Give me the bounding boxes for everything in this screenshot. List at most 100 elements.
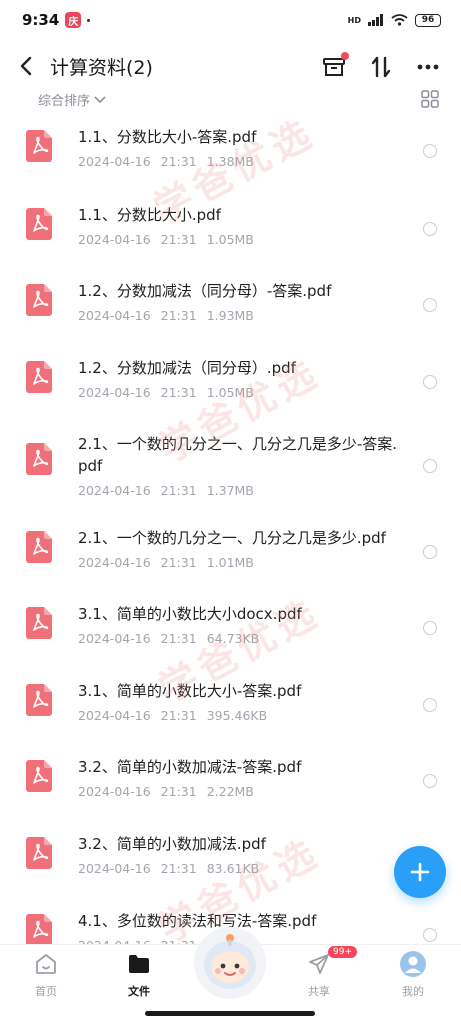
select-radio[interactable] [423, 459, 437, 473]
file-row[interactable]: 3.1、简单的小数比大小-答案.pdf 2024-04-16 21:31 395.46… [0, 666, 461, 742]
file-name: 3.2、简单的小数加减法.pdf [78, 835, 266, 853]
file-size: 395.46KB [206, 708, 268, 723]
pdf-file-icon [26, 684, 52, 716]
file-date: 2024-04-16 [78, 308, 151, 323]
file-row[interactable]: 2.1、一个数的几分之一、几分之几是多少-答案.pdf 2024-04-16 21:… [0, 419, 461, 513]
file-row[interactable]: 3.2、简单的小数加减法-答案.pdf 2024-04-16 21:31 2.22MB [0, 742, 461, 819]
file-name: 3.2、简单的小数加减法-答案.pdf [78, 758, 302, 776]
pdf-file-icon [26, 284, 52, 316]
file-size: 1.93MB [206, 308, 254, 323]
share-count-badge: 99+ [328, 946, 357, 958]
notification-badge [341, 52, 349, 60]
pdf-file-icon [26, 531, 52, 563]
file-info: 3.2、简单的小数加减法.pdf 2024-04-16 21:31 83.61KB [78, 833, 398, 878]
select-radio[interactable] [423, 928, 437, 942]
file-info: 1.2、分数加减法（同分母）.pdf 2024-04-16 21:31 1.05MB [78, 357, 398, 402]
battery-icon: 96 [415, 13, 441, 27]
tab-profile[interactable]: 我的 [378, 951, 448, 999]
page-title: 计算资料(2) [50, 57, 153, 79]
status-time: 9:34 [22, 11, 60, 29]
file-meta: 2024-04-16 21:31 64.73KB [78, 630, 398, 648]
status-bar: 9:34 庆 HD 96 [0, 0, 461, 40]
status-right: HD 96 [347, 13, 441, 27]
file-date: 2024-04-16 [78, 784, 151, 799]
file-size: 83.61KB [206, 861, 260, 876]
file-meta: 2024-04-16 21:31 83.61KB [78, 860, 398, 878]
select-radio[interactable] [423, 698, 437, 712]
back-arrow-icon[interactable] [16, 54, 38, 78]
notification-dot-icon [87, 18, 91, 22]
tab-profile-label: 我的 [402, 985, 424, 998]
file-info: 1.2、分数加减法（同分母）-答案.pdf 2024-04-16 21:31 1.93… [78, 280, 398, 325]
file-time: 21:31 [160, 308, 197, 323]
grid-view-icon[interactable] [421, 90, 439, 108]
select-radio[interactable] [423, 545, 437, 559]
file-info: 2.1、一个数的几分之一、几分之几是多少-答案.pdf 2024-04-16 21:… [78, 433, 398, 500]
file-row[interactable]: 1.1、分数比大小-答案.pdf 2024-04-16 21:31 1.38MB [0, 112, 461, 190]
file-meta: 2024-04-16 21:31 1.01MB [78, 554, 398, 572]
file-size: 1.38MB [206, 154, 254, 169]
sort-dropdown[interactable]: 综合排序 [38, 90, 106, 109]
select-radio[interactable] [423, 621, 437, 635]
tab-files-label: 文件 [128, 985, 150, 998]
select-radio[interactable] [423, 222, 437, 236]
pdf-file-icon [26, 208, 52, 240]
file-row[interactable]: 1.2、分数加减法（同分母）-答案.pdf 2024-04-16 21:31 1.93… [0, 266, 461, 343]
home-indicator[interactable] [145, 1011, 315, 1016]
file-name: 2.1、一个数的几分之一、几分之几是多少.pdf [78, 529, 386, 547]
file-date: 2024-04-16 [78, 385, 151, 400]
file-info: 2.1、一个数的几分之一、几分之几是多少.pdf 2024-04-16 21:31 1… [78, 527, 398, 572]
file-meta: 2024-04-16 21:31 1.38MB [78, 153, 398, 171]
file-row[interactable]: 3.2、简单的小数加减法.pdf 2024-04-16 21:31 83.61KB [0, 819, 461, 896]
file-meta: 2024-04-16 21:31 1.93MB [78, 307, 398, 325]
file-name: 1.2、分数加减法（同分母）-答案.pdf [78, 282, 332, 300]
file-time: 21:31 [160, 483, 197, 498]
file-time: 21:31 [160, 784, 197, 799]
wifi-icon [391, 14, 408, 26]
file-meta: 2024-04-16 21:31 1.05MB [78, 384, 398, 402]
pdf-file-icon [26, 443, 52, 475]
file-time: 21:31 [160, 631, 197, 646]
file-row[interactable]: 1.1、分数比大小.pdf 2024-04-16 21:31 1.05MB [0, 190, 461, 266]
home-icon [33, 951, 59, 977]
app-badge-icon: 庆 [65, 12, 82, 28]
file-size: 1.05MB [206, 385, 254, 400]
signal-icon [368, 14, 383, 26]
file-row[interactable]: 2.1、一个数的几分之一、几分之几是多少.pdf 2024-04-16 21:31 1… [0, 513, 461, 589]
file-info: 1.1、分数比大小.pdf 2024-04-16 21:31 1.05MB [78, 204, 398, 249]
mascot-icon[interactable] [190, 923, 270, 1001]
tab-home[interactable]: 首页 [11, 951, 81, 999]
file-info: 3.1、简单的小数比大小-答案.pdf 2024-04-16 21:31 395.46… [78, 680, 398, 725]
file-row[interactable]: 1.2、分数加减法（同分母）.pdf 2024-04-16 21:31 1.05MB [0, 343, 461, 419]
tab-share[interactable]: 共享 [284, 951, 354, 999]
tab-home-label: 首页 [35, 985, 57, 998]
sort-bar: 综合排序 [0, 88, 461, 112]
more-button[interactable] [413, 52, 443, 82]
select-radio[interactable] [423, 375, 437, 389]
avatar-icon [400, 951, 426, 977]
status-left: 9:34 庆 [22, 11, 91, 29]
hd-icon: HD [347, 15, 361, 25]
pdf-file-icon [26, 130, 52, 162]
plus-icon [410, 862, 430, 882]
select-radio[interactable] [423, 298, 437, 312]
file-size: 1.05MB [206, 232, 254, 247]
file-meta: 2024-04-16 21:31 395.46KB [78, 707, 398, 725]
select-radio[interactable] [423, 774, 437, 788]
pdf-file-icon [26, 607, 52, 639]
more-icon [417, 64, 439, 70]
file-date: 2024-04-16 [78, 232, 151, 247]
add-file-button[interactable] [394, 846, 446, 898]
header: 计算资料(2) [0, 44, 461, 88]
file-row[interactable]: 3.1、简单的小数比大小docx.pdf 2024-04-16 21:31 64.73… [0, 589, 461, 666]
archive-button[interactable] [319, 52, 349, 82]
tab-files[interactable]: 文件 [104, 951, 174, 999]
select-radio[interactable] [423, 144, 437, 158]
file-size: 2.22MB [206, 784, 254, 799]
file-date: 2024-04-16 [78, 861, 151, 876]
pdf-file-icon [26, 914, 52, 944]
file-meta: 2024-04-16 21:31 2.22MB [78, 783, 398, 801]
file-list: 1.1、分数比大小-答案.pdf 2024-04-16 21:31 1.38MB 1.1… [0, 112, 461, 944]
file-name: 2.1、一个数的几分之一、几分之几是多少-答案.pdf [78, 435, 398, 475]
sort-order-button[interactable] [366, 52, 396, 82]
